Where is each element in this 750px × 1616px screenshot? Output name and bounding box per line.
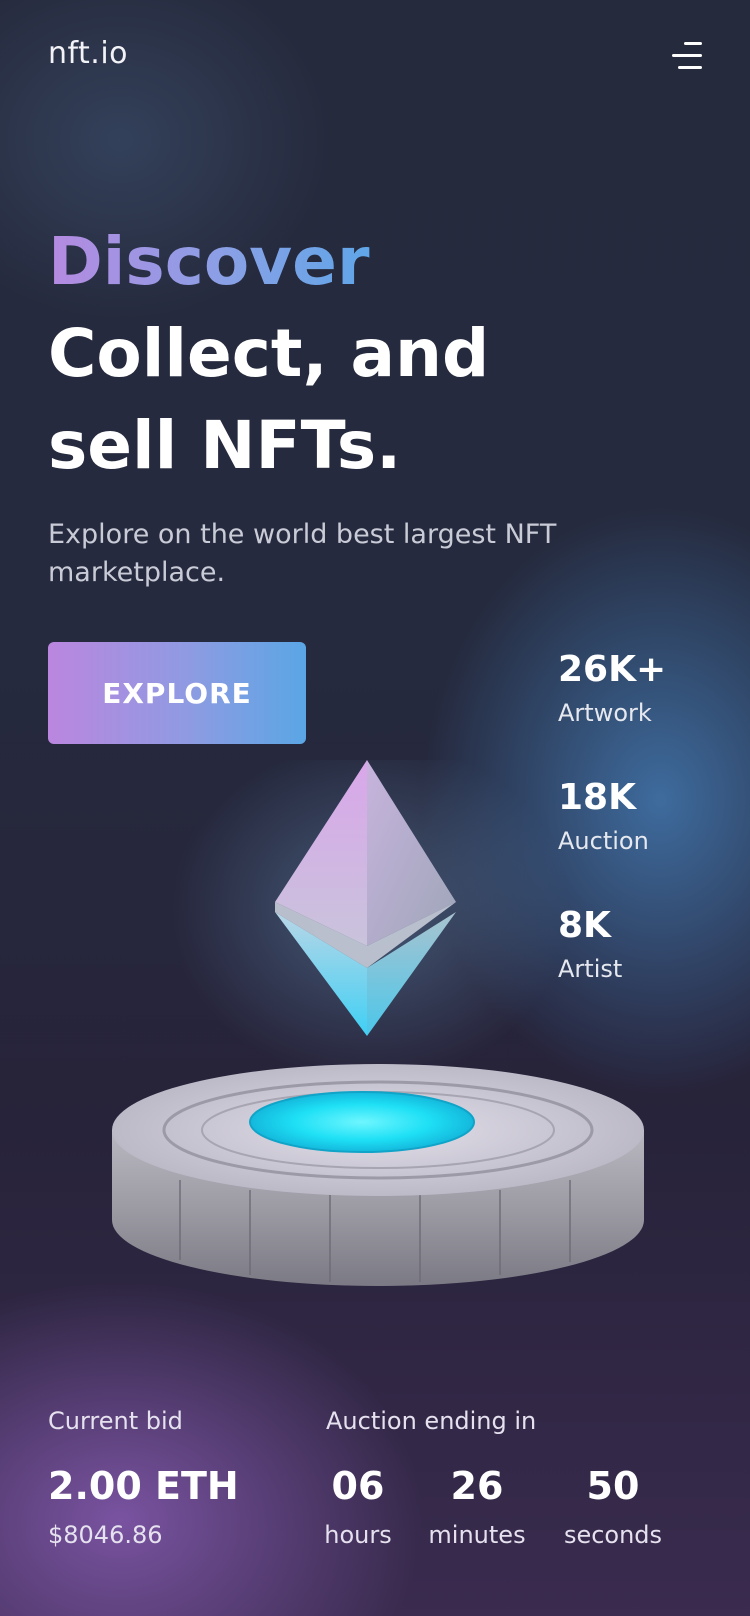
ethereum-artwork bbox=[112, 760, 644, 1286]
hero-subtitle: Explore on the world best largest NFT ma… bbox=[48, 519, 557, 588]
pedestal-image bbox=[112, 1064, 644, 1286]
countdown-seconds: 50 seconds bbox=[554, 1462, 672, 1552]
hero-title: Collect, and sell NFTs. bbox=[48, 308, 568, 492]
stat-label: Artwork bbox=[558, 699, 652, 727]
countdown-hours-value: 06 bbox=[331, 1464, 385, 1508]
auction-countdown: 06 hours 26 minutes 50 seconds bbox=[300, 1462, 680, 1562]
explore-button[interactable]: EXPLORE bbox=[48, 642, 306, 744]
countdown-minutes: 26 minutes bbox=[420, 1462, 534, 1552]
page: nft.io Discover Collect, and sell NFTs. … bbox=[0, 0, 750, 1616]
stat-value: 26K+ bbox=[558, 649, 667, 690]
hero-title-line-2: sell NFTs. bbox=[48, 407, 402, 484]
countdown-hours-label: hours bbox=[324, 1521, 392, 1549]
hero-title-highlight: Discover bbox=[48, 223, 370, 300]
logo[interactable]: nft.io bbox=[48, 36, 128, 71]
hero-title-line-1: Collect, and bbox=[48, 315, 490, 392]
countdown-seconds-value: 50 bbox=[586, 1464, 640, 1508]
countdown-minutes-value: 26 bbox=[450, 1464, 504, 1508]
countdown-hours: 06 hours bbox=[310, 1462, 406, 1552]
current-bid-label: Current bid bbox=[48, 1407, 183, 1435]
countdown-minutes-label: minutes bbox=[428, 1521, 526, 1549]
current-bid-amount: 2.00 ETH bbox=[48, 1464, 239, 1508]
auction-ending-label: Auction ending in bbox=[326, 1407, 537, 1435]
countdown-seconds-label: seconds bbox=[563, 1521, 663, 1549]
stat-artwork: 26K+ Artwork bbox=[558, 648, 728, 776]
hamburger-menu-icon[interactable] bbox=[666, 40, 702, 74]
current-bid-usd: $8046.86 bbox=[48, 1521, 163, 1549]
